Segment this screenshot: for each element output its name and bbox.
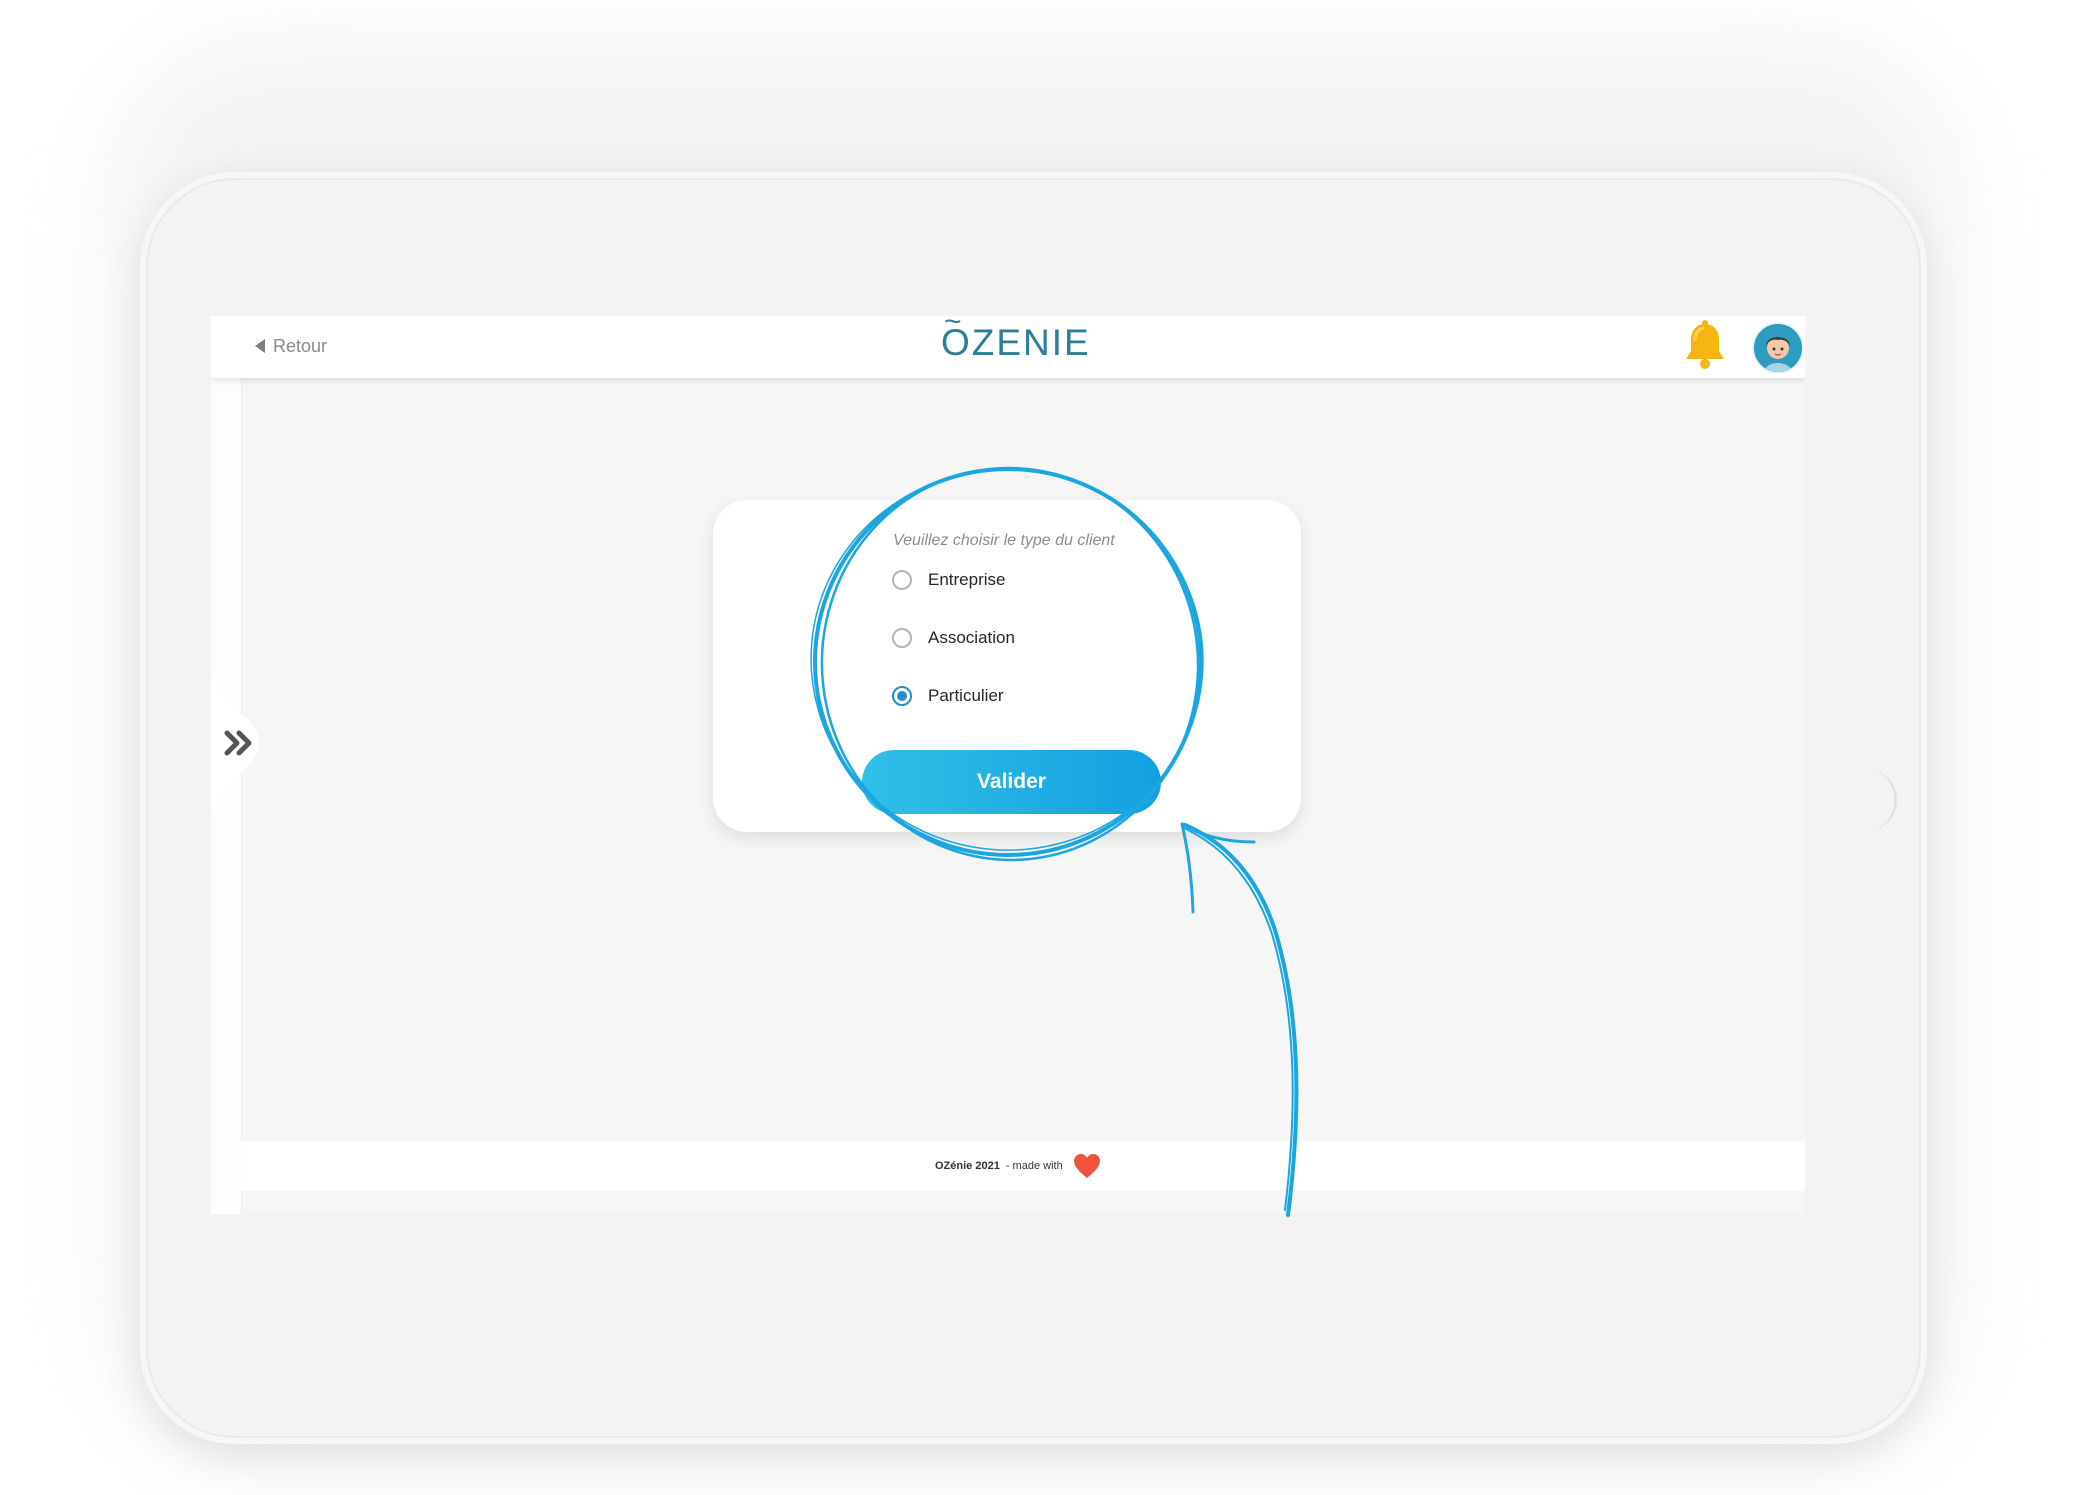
radio-association[interactable] [892,628,912,648]
client-type-prompt: Veuillez choisir le type du client [893,532,1115,549]
option-entreprise[interactable]: Entreprise [892,570,1005,590]
top-navigation-bar: Retour ~ O ZENIE [211,316,1805,378]
avatar[interactable] [1752,322,1804,374]
option-association[interactable]: Association [892,628,1015,648]
back-arrow-icon [255,339,265,353]
option-label: Particulier [928,686,1004,705]
bell-icon[interactable] [1681,320,1729,372]
back-label: Retour [273,335,328,356]
ozenie-logo: ~ O ZENIE [941,316,1091,364]
logo-tilde: ~ [944,316,964,338]
radio-entreprise[interactable] [892,570,912,590]
option-label: Association [928,628,1015,647]
sidebar-toggle[interactable] [211,673,283,813]
footer-made-with: - made with [1005,1160,1063,1172]
option-label: Entreprise [928,570,1006,589]
option-particulier[interactable]: Particulier [892,686,1004,706]
back-button[interactable]: Retour [255,331,327,361]
app-screen: Retour ~ O ZENIE Veuillez choisir le typ… [211,316,1805,1214]
footer-brand: OZénie 2021 [935,1160,1000,1172]
avatar-face [1754,324,1802,372]
logo-o-letter: ~ O [941,316,972,364]
footer-credits: OZénie 2021 - made with [935,1153,1101,1179]
validate-button[interactable]: Valider [862,750,1161,814]
radio-particulier[interactable] [892,686,912,706]
footer: OZénie 2021 - made with [241,1141,1805,1191]
heart-icon [1073,1154,1100,1178]
logo-text: ZENIE [971,322,1091,363]
client-type-card: Veuillez choisir le type du client Entre… [713,500,1301,832]
